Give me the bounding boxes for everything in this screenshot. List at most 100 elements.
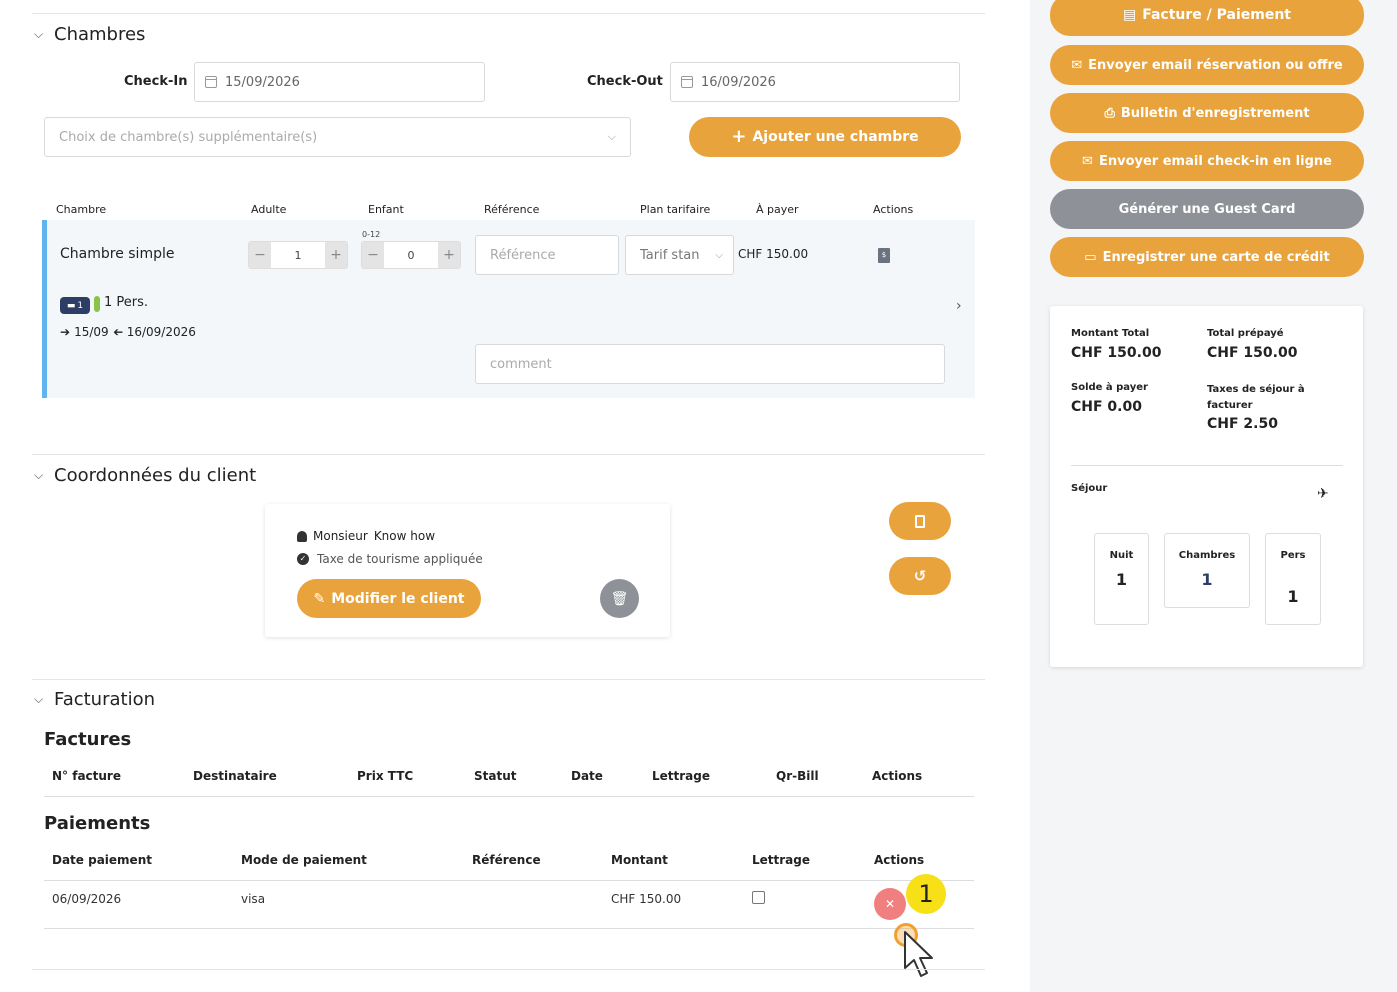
- adults-stepper[interactable]: − 1 +: [248, 241, 348, 269]
- payment-col-amount: Montant: [611, 853, 668, 867]
- chevron-down-icon: ⌵: [715, 249, 723, 261]
- registration-form-label: Bulletin d'enregistrement: [1120, 105, 1310, 121]
- send-checkin-email-label: Envoyer email check-in en ligne: [1098, 153, 1332, 169]
- payment-mode: visa: [241, 892, 266, 906]
- payment-lettering-checkbox[interactable]: [752, 891, 765, 904]
- tax-note-row: ✓ Taxe de tourisme appliquée: [297, 552, 483, 566]
- trash-icon: 🗑: [610, 590, 629, 607]
- col-header-reference: Référence: [484, 203, 540, 216]
- bed-icon: ▬: [66, 300, 76, 311]
- sidebar: ▤ Facture / Paiement ✉ Envoyer email rés…: [1030, 0, 1397, 992]
- stay-label: Séjour: [1071, 483, 1108, 494]
- history-button[interactable]: ↺: [889, 557, 951, 595]
- stay-date-start: 15/09: [74, 325, 109, 339]
- chevron-down-icon: ⌵: [34, 692, 44, 706]
- invoice-col-qrbill: Qr-Bill: [776, 769, 819, 783]
- payment-col-mode: Mode de paiement: [241, 853, 367, 867]
- divider: [32, 454, 985, 455]
- add-room-label: Ajouter une chambre: [752, 129, 919, 145]
- close-icon: ✕: [884, 897, 896, 911]
- room-name: Chambre simple: [60, 246, 175, 262]
- add-room-button[interactable]: + Ajouter une chambre: [689, 117, 961, 157]
- tax-label: Taxes de séjour à facturer: [1207, 384, 1305, 411]
- divider: [32, 679, 985, 680]
- client-section-toggle[interactable]: ⌵ Coordonnées du client: [34, 465, 256, 486]
- person-icon: [94, 296, 100, 312]
- checkout-label: Check-Out: [587, 74, 663, 89]
- edit-icon: ✎: [313, 590, 326, 607]
- client-name-row: Monsieur Know how: [297, 529, 435, 543]
- rate-plan-value: Tarif stan: [640, 247, 700, 263]
- edit-client-button[interactable]: ✎ Modifier le client: [297, 579, 481, 618]
- send-checkin-email-button[interactable]: ✉ Envoyer email check-in en ligne: [1050, 141, 1364, 181]
- stay-date-end: 16/09/2026: [126, 325, 196, 339]
- billing-section-toggle[interactable]: ⌵ Facturation: [34, 689, 155, 710]
- minus-icon[interactable]: −: [249, 242, 271, 268]
- payment-col-date: Date paiement: [52, 853, 152, 867]
- edit-client-label: Modifier le client: [331, 590, 465, 607]
- col-header-children: Enfant: [368, 203, 404, 216]
- arrow-left-icon: ➔: [112, 325, 123, 339]
- comment-input[interactable]: comment: [475, 344, 945, 384]
- checkin-date-field[interactable]: 15/09/2026: [194, 62, 485, 102]
- invoice-col-actions: Actions: [872, 769, 923, 783]
- arrow-right-icon: ➔: [60, 325, 71, 339]
- rooms-section-toggle[interactable]: ⌵ Chambres: [34, 24, 145, 45]
- delete-payment-button[interactable]: ✕: [874, 888, 906, 920]
- stay-dates: ➔ 15/09 ➔ 16/09/2026: [60, 325, 196, 339]
- send-booking-email-button[interactable]: ✉ Envoyer email réservation ou offre: [1050, 45, 1364, 85]
- chevron-down-icon: ⌵: [34, 27, 44, 41]
- user-icon: [297, 530, 307, 542]
- printer-icon: ⎙: [1104, 105, 1115, 121]
- invoice-col-date: Date: [571, 769, 603, 783]
- payment-date: 06/09/2026: [52, 892, 122, 906]
- save-credit-card-button[interactable]: ▭ Enregistrer une carte de crédit: [1050, 237, 1364, 277]
- adults-value: 1: [294, 248, 302, 262]
- prepaid-value: CHF 150.00: [1207, 345, 1298, 361]
- client-name: Know how: [373, 529, 436, 543]
- client-salutation: Monsieur: [313, 529, 368, 543]
- minus-icon[interactable]: −: [362, 242, 384, 268]
- main-content: ⌵ Chambres Check-In 15/09/2026 Check-Out…: [0, 0, 1030, 992]
- pers-label: Pers: [1280, 550, 1306, 561]
- invoice-document-icon[interactable]: $: [878, 248, 890, 263]
- save-credit-card-label: Enregistrer une carte de crédit: [1102, 249, 1330, 265]
- step-badge: 1: [906, 874, 946, 914]
- extra-rooms-select[interactable]: Choix de chambre(s) supplémentaire(s) ⌵: [44, 117, 631, 157]
- tax-value: CHF 2.50: [1207, 416, 1278, 432]
- registration-form-button[interactable]: ⎙ Bulletin d'enregistrement: [1050, 93, 1364, 133]
- col-header-actions: Actions: [873, 203, 914, 216]
- total-value: CHF 150.00: [1071, 345, 1162, 361]
- company-button[interactable]: [889, 502, 951, 540]
- plus-icon[interactable]: +: [325, 242, 347, 268]
- document-icon: ▤: [1122, 7, 1137, 23]
- reference-input[interactable]: Référence: [475, 235, 619, 275]
- invoice-col-price: Prix TTC: [357, 769, 414, 783]
- generate-guest-card-button[interactable]: Générer une Guest Card: [1050, 189, 1364, 229]
- step-badge-number: 1: [918, 880, 934, 908]
- plane-landing-icon: ✈: [1317, 486, 1329, 502]
- payments-title: Paiements: [44, 813, 151, 834]
- col-header-rate-plan: Plan tarifaire: [640, 203, 711, 216]
- delete-client-button[interactable]: 🗑: [600, 579, 639, 618]
- persons-count: 1 Pers.: [104, 295, 149, 310]
- chevron-right-icon[interactable]: ›: [956, 298, 962, 314]
- divider: [32, 969, 985, 970]
- invoice-payment-button[interactable]: ▤ Facture / Paiement: [1050, 0, 1364, 36]
- chevron-down-icon: ⌵: [607, 130, 616, 143]
- invoice-payment-label: Facture / Paiement: [1142, 7, 1291, 23]
- reference-placeholder: Référence: [490, 247, 556, 263]
- rate-plan-select[interactable]: Tarif stan ⌵: [625, 235, 734, 275]
- nights-box: Nuit 1: [1094, 533, 1149, 625]
- client-section-title: Coordonnées du client: [54, 465, 257, 486]
- envelope-icon: ✉: [1071, 57, 1083, 73]
- building-icon: [915, 514, 925, 528]
- rooms-section-title: Chambres: [54, 24, 146, 45]
- plus-icon[interactable]: +: [438, 242, 460, 268]
- room-row: Chambre simple − 1 + 0-12 − 0 + Référenc…: [42, 220, 975, 398]
- children-stepper[interactable]: − 0 +: [361, 241, 461, 269]
- checkout-date-field[interactable]: 16/09/2026: [670, 62, 960, 102]
- balance-value: CHF 0.00: [1071, 399, 1142, 415]
- payment-col-lettering: Lettrage: [752, 853, 811, 867]
- comment-placeholder: comment: [490, 356, 552, 372]
